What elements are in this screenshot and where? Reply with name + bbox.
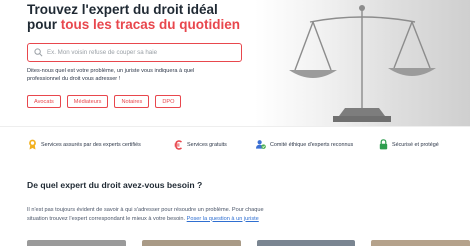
feature-label: Services assurés par des experts certifi… (41, 141, 141, 148)
search-box[interactable] (27, 43, 242, 62)
section-text: Il n'est pas toujours évident de savoir … (27, 206, 317, 223)
title-accent: tous les tracas du quotidien (60, 16, 241, 32)
search-icon (34, 48, 43, 57)
expert-cards-row (27, 240, 470, 246)
search-input[interactable] (47, 49, 237, 56)
expert-card-image[interactable] (256, 240, 356, 246)
chip-mediateurs[interactable]: Médiateurs (66, 95, 109, 108)
expert-card-image[interactable] (141, 240, 241, 246)
euro-icon (173, 139, 183, 150)
section-title: De quel expert du droit avez-vous besoin… (27, 180, 203, 190)
chip-notaires[interactable]: Notaires (114, 95, 150, 108)
hero-section: Trouvez l'expert du droit idéal pour tou… (0, 0, 470, 126)
user-check-icon (256, 139, 266, 150)
ask-jurist-link[interactable]: Poser la question à un juriste (187, 216, 259, 222)
feature-free: Services gratuits (173, 139, 227, 150)
intro-text: Dites-nous quel est votre problème, un j… (27, 68, 195, 82)
feature-ethics: Comité éthique d'experts reconnus (256, 139, 353, 150)
feature-label: Services gratuits (187, 141, 227, 148)
expert-type-chips: Avocats Médiateurs Notaires DPO (27, 95, 182, 108)
lock-icon (378, 139, 388, 150)
feature-label: Comité éthique d'experts reconnus (270, 141, 354, 148)
features-bar: Services assurés par des experts certifi… (0, 126, 470, 166)
feature-certified: Services assurés par des experts certifi… (27, 139, 141, 150)
feature-label: Sécurisé et protégé (392, 141, 439, 148)
section-text-line-2: situation trouvez l'expert correspondant… (27, 215, 187, 222)
chip-avocats[interactable]: Avocats (27, 95, 61, 108)
title-prefix: pour (27, 16, 61, 32)
page-title: Trouvez l'expert du droit idéal pour tou… (27, 2, 262, 33)
title-line-2: pour tous les tracas du quotidien (27, 16, 262, 33)
expert-card-image[interactable] (371, 240, 470, 246)
feature-secure: Sécurisé et protégé (378, 139, 439, 150)
expert-card-image[interactable] (27, 240, 126, 246)
title-line-1: Trouvez l'expert du droit idéal (27, 2, 218, 17)
scales-of-justice-image (255, 0, 470, 126)
certified-ribbon-icon (27, 139, 37, 150)
section-text-line-1: Il n'est pas toujours évident de savoir … (27, 207, 264, 213)
chip-dpo[interactable]: DPO (155, 95, 182, 108)
